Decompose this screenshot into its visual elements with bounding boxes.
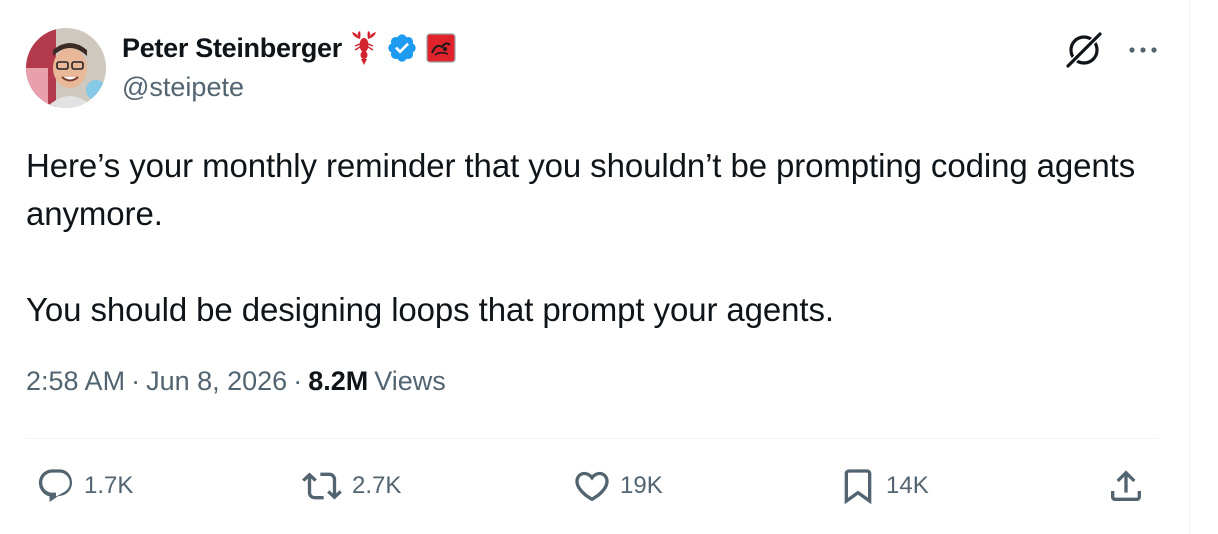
like-icon (575, 471, 609, 502)
views-label: Views (374, 366, 446, 396)
views-count[interactable]: 8.2M (308, 366, 368, 397)
share-icon (1111, 470, 1141, 501)
lobster-emoji-icon (350, 31, 378, 65)
repost-count: 2.7K (352, 472, 402, 499)
author-name-row: Peter Steinberger (122, 30, 456, 66)
bookmark-count: 14K (886, 472, 929, 499)
tweet-date[interactable]: Jun 8, 2026 (146, 366, 287, 397)
grok-icon[interactable] (1062, 28, 1106, 72)
tweet-text: Here’s your monthly reminder that you sh… (26, 147, 1136, 328)
reply-count: 1.7K (84, 472, 134, 499)
tweet-top-actions (1062, 28, 1158, 72)
author-display-name[interactable]: Peter Steinberger (122, 33, 342, 64)
divider (26, 438, 1158, 439)
like-button[interactable]: 19K (572, 466, 663, 506)
meta-separator: · (131, 366, 141, 396)
bookmark-button[interactable]: 14K (838, 466, 929, 506)
reply-icon (38, 469, 73, 503)
affiliate-badge-icon[interactable] (426, 33, 456, 63)
repost-icon (302, 472, 342, 500)
share-button[interactable] (1106, 466, 1146, 506)
repost-button[interactable]: 2.7K (300, 466, 401, 506)
meta-separator: · (293, 366, 303, 396)
tweet-meta: 2:58 AM · Jun 8, 2026 · 8.2M Views (26, 366, 446, 397)
avatar[interactable] (26, 28, 106, 108)
verified-badge-icon[interactable] (386, 32, 418, 64)
reply-button[interactable]: 1.7K (36, 466, 133, 506)
column-border (1189, 0, 1190, 534)
more-icon[interactable] (1128, 45, 1158, 55)
bookmark-icon (844, 469, 872, 505)
author-handle[interactable]: @steipete (122, 72, 244, 103)
tweet-time[interactable]: 2:58 AM (26, 366, 125, 397)
like-count: 19K (620, 472, 663, 499)
